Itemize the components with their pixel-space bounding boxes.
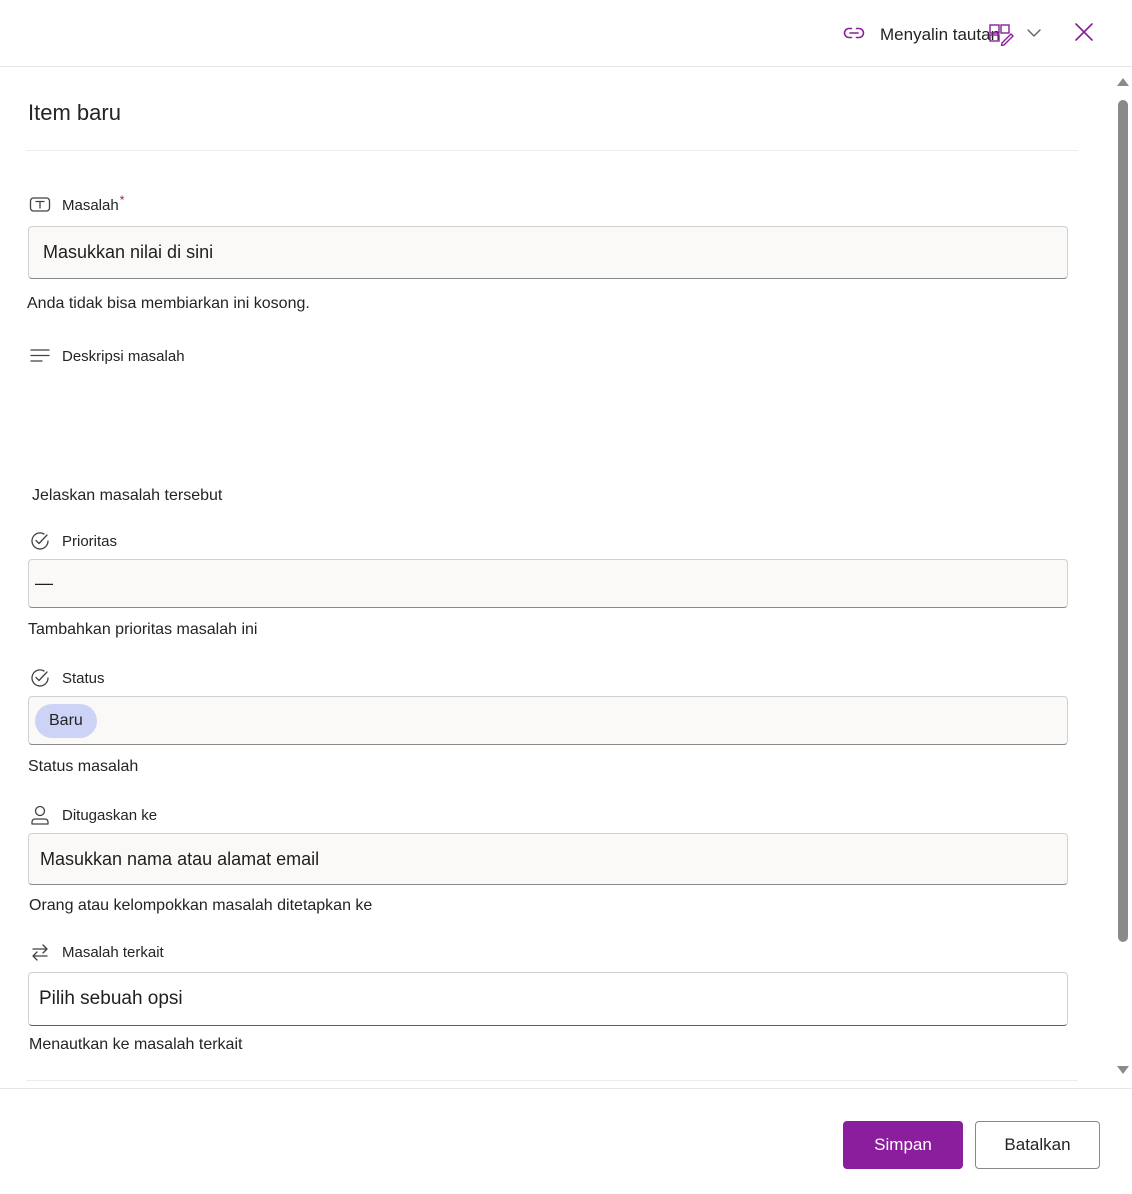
issue-input-placeholder: Masukkan nilai di sini (43, 242, 214, 262)
text-field-icon (28, 193, 52, 217)
field-related-label: Masalah terkait (28, 940, 164, 964)
issue-helper: Anda tidak bisa membiarkan ini kosong. (27, 295, 310, 312)
page-title: Item baru (28, 100, 121, 125)
priority-value: — (35, 573, 53, 593)
assigned-to-input[interactable]: Masukkan nama atau alamat email (28, 833, 1068, 885)
status-pill[interactable]: Baru (35, 703, 97, 738)
status-label-text: Status (62, 669, 105, 687)
cancel-button[interactable]: Batalkan (975, 1121, 1100, 1169)
field-priority-label: Prioritas (28, 529, 117, 553)
person-icon (28, 803, 52, 827)
choice-check-icon (28, 529, 52, 553)
new-item-panel: Menyalin tautan Item baru Masalah * Masu… (0, 0, 1132, 1194)
multiline-text-icon (28, 344, 52, 368)
copy-link-button[interactable]: Menyalin tautan (842, 20, 1000, 50)
save-button[interactable]: Simpan (843, 1121, 963, 1169)
scroll-down-arrow-icon[interactable] (1117, 1066, 1129, 1074)
field-status-label: Status (28, 666, 105, 690)
choice-check-icon (28, 666, 52, 690)
edit-form-icon[interactable] (988, 22, 1014, 51)
arrows-swap-icon (28, 940, 52, 964)
close-icon[interactable] (1074, 22, 1094, 47)
chevron-down-icon[interactable] (1026, 26, 1042, 45)
assigned-label-text: Ditugaskan ke (62, 806, 158, 824)
status-helper: Status masalah (28, 758, 139, 775)
field-assigned-label: Ditugaskan ke (28, 803, 157, 827)
title-divider (26, 150, 1078, 151)
content-bottom-divider (26, 1080, 1078, 1081)
priority-label-text: Prioritas (62, 532, 118, 550)
scroll-up-arrow-icon[interactable] (1117, 78, 1129, 86)
related-issues-dropdown[interactable]: Pilih sebuah opsi (28, 972, 1068, 1026)
description-label-text: Deskripsi masalah (62, 347, 185, 365)
assigned-helper: Orang atau kelompokkan masalah ditetapka… (29, 897, 373, 914)
issue-input[interactable]: Masukkan nilai di sini (28, 226, 1068, 279)
issue-label-text: Masalah (62, 196, 119, 214)
priority-helper: Tambahkan prioritas masalah ini (28, 621, 258, 638)
link-icon (842, 21, 866, 50)
related-label-text: Masalah terkait (62, 943, 164, 961)
description-input[interactable] (28, 372, 1068, 478)
status-dropdown[interactable]: Baru (28, 696, 1068, 745)
required-star: * (119, 193, 125, 207)
description-helper: Jelaskan masalah tersebut (32, 487, 223, 504)
footer-divider (0, 1088, 1132, 1089)
field-description-label: Deskripsi masalah (28, 344, 185, 368)
scroll-thumb[interactable] (1118, 100, 1128, 942)
field-issue-label: Masalah * (28, 193, 124, 217)
panel-header: Menyalin tautan (0, 0, 1132, 67)
form-content: Item baru Masalah * Masukkan nilai di sin… (0, 66, 1112, 1088)
vertical-scrollbar[interactable] (1114, 66, 1132, 1088)
assigned-to-placeholder: Masukkan nama atau alamat email (40, 848, 320, 869)
priority-dropdown[interactable]: — (28, 559, 1068, 608)
copy-link-label: Menyalin tautan (880, 25, 1001, 44)
related-helper: Menautkan ke masalah terkait (29, 1036, 243, 1053)
related-issues-placeholder: Pilih sebuah opsi (39, 988, 183, 1009)
